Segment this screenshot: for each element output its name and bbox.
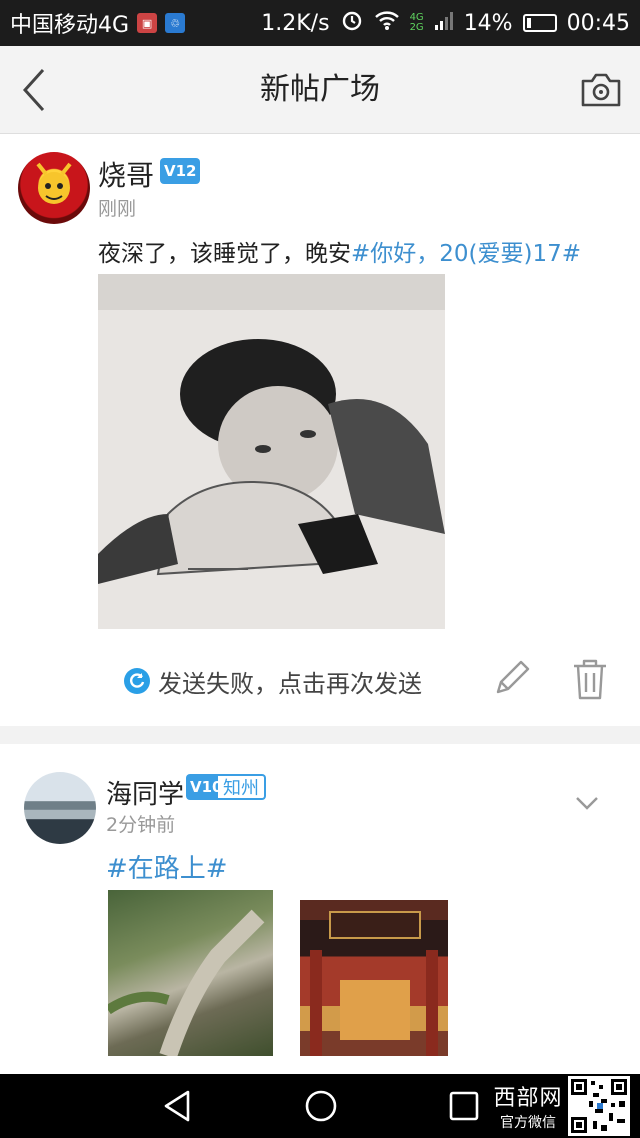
clock: 00:45 <box>566 10 630 36</box>
post-text: 夜深了，该睡觉了，晚安#你好，20(爱要)17# <box>98 234 581 268</box>
system-nav-bar: 西部网 官方微信 <box>0 1074 640 1138</box>
delete-button[interactable] <box>570 656 610 702</box>
username[interactable]: 海同学 <box>106 774 184 811</box>
level-badge: V12 <box>160 158 201 184</box>
avatar[interactable] <box>18 152 90 224</box>
avatar[interactable] <box>24 772 96 844</box>
network-type: 4G 2G <box>410 13 424 33</box>
circle-home-icon <box>305 1090 337 1122</box>
alarm-icon <box>340 8 364 38</box>
send-failed-notice[interactable]: 发送失败，点击再次发送 <box>124 664 422 698</box>
edit-button[interactable] <box>490 656 534 700</box>
post-time: 刚刚 <box>98 198 137 220</box>
qr-code <box>568 1076 630 1136</box>
camera-icon <box>581 73 621 107</box>
post-card: 烧哥 V12 刚刚 夜深了，该睡觉了，晚安#你好，20(爱要)17# 发送失败，… <box>0 134 640 726</box>
status-bar: 中国移动4G ▣ ♲ 1.2K/s 4G 2G 14% 00:45 <box>0 0 640 46</box>
notification-icon: ▣ <box>137 13 158 33</box>
network-speed: 1.2K/s <box>261 10 330 36</box>
post-hashtag[interactable]: #在路上# <box>106 848 228 885</box>
location-badge: 知州 <box>218 774 266 800</box>
pencil-icon <box>496 660 530 694</box>
post-image[interactable] <box>98 274 445 629</box>
back-key[interactable] <box>160 1088 196 1124</box>
recents-key[interactable] <box>446 1088 482 1124</box>
battery-icon <box>522 14 557 32</box>
home-key[interactable] <box>303 1088 339 1124</box>
page-title: 新帖广场 <box>260 72 380 107</box>
chevron-down-icon <box>576 797 598 810</box>
more-button[interactable] <box>574 792 600 814</box>
signal-icon <box>434 9 454 37</box>
network-type-bottom: 2G <box>409 22 424 33</box>
post-image[interactable] <box>108 890 273 1056</box>
battery-percent: 14% <box>463 10 513 36</box>
triangle-back-icon <box>164 1090 190 1122</box>
post-image[interactable] <box>300 890 448 1056</box>
send-failed-text[interactable]: 发送失败，点击再次发送 <box>158 664 422 699</box>
square-recents-icon <box>449 1091 479 1121</box>
retry-icon[interactable] <box>124 668 150 694</box>
wifi-icon <box>374 9 400 37</box>
watermark-subtitle: 官方微信 <box>500 1115 556 1131</box>
post-hashtag[interactable]: #你好，20(爱要)17# <box>351 241 581 267</box>
post-body: 夜深了，该睡觉了，晚安 <box>98 241 351 267</box>
trash-icon <box>574 659 606 700</box>
app-notification-icon: ♲ <box>165 13 186 33</box>
watermark-logo: 西部网 官方微信 <box>492 1080 564 1132</box>
watermark-title: 西部网 <box>493 1086 563 1111</box>
post-card: 海同学 V10 知州 2分钟前 #在路上# <box>0 744 640 1074</box>
carrier-label: 中国移动4G <box>10 13 130 38</box>
camera-button[interactable] <box>580 72 622 108</box>
nav-bar: 新帖广场 <box>0 46 640 134</box>
app-root: 中国移动4G ▣ ♲ 1.2K/s 4G 2G 14% 00:45 新帖广场 烧… <box>0 0 640 1138</box>
username[interactable]: 烧哥 <box>98 154 154 194</box>
post-time: 2分钟前 <box>106 814 176 836</box>
